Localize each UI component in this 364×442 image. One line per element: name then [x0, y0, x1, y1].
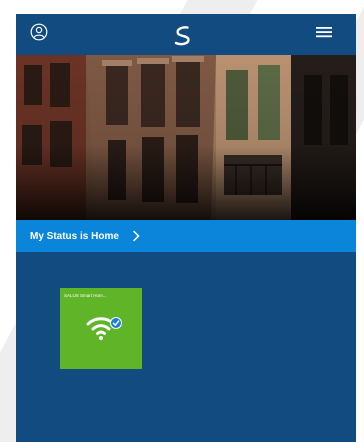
wifi-icon: [86, 317, 122, 340]
hero-image: [16, 55, 356, 220]
app-screen: My Status is Home SALUS Smart Hom...: [16, 14, 356, 442]
user-profile-button[interactable]: [30, 23, 48, 41]
page: My Status is Home SALUS Smart Hom...: [0, 0, 364, 442]
device-tile-salus-smart-home[interactable]: SALUS Smart Hom...: [60, 288, 142, 369]
salus-logo[interactable]: [171, 24, 195, 48]
brownstone-building-illustration: [16, 55, 356, 220]
device-tile-label: SALUS Smart Hom...: [64, 293, 107, 298]
status-bar-button[interactable]: My Status is Home: [16, 220, 356, 252]
status-label: My Status is Home: [30, 230, 119, 242]
top-bar: [16, 14, 356, 55]
hamburger-menu-icon: [316, 27, 332, 38]
check-badge-icon: [110, 317, 122, 329]
menu-button[interactable]: [315, 24, 333, 40]
user-icon: [30, 23, 48, 41]
salus-logo-icon: [174, 26, 190, 46]
chevron-right-icon: [133, 230, 140, 242]
